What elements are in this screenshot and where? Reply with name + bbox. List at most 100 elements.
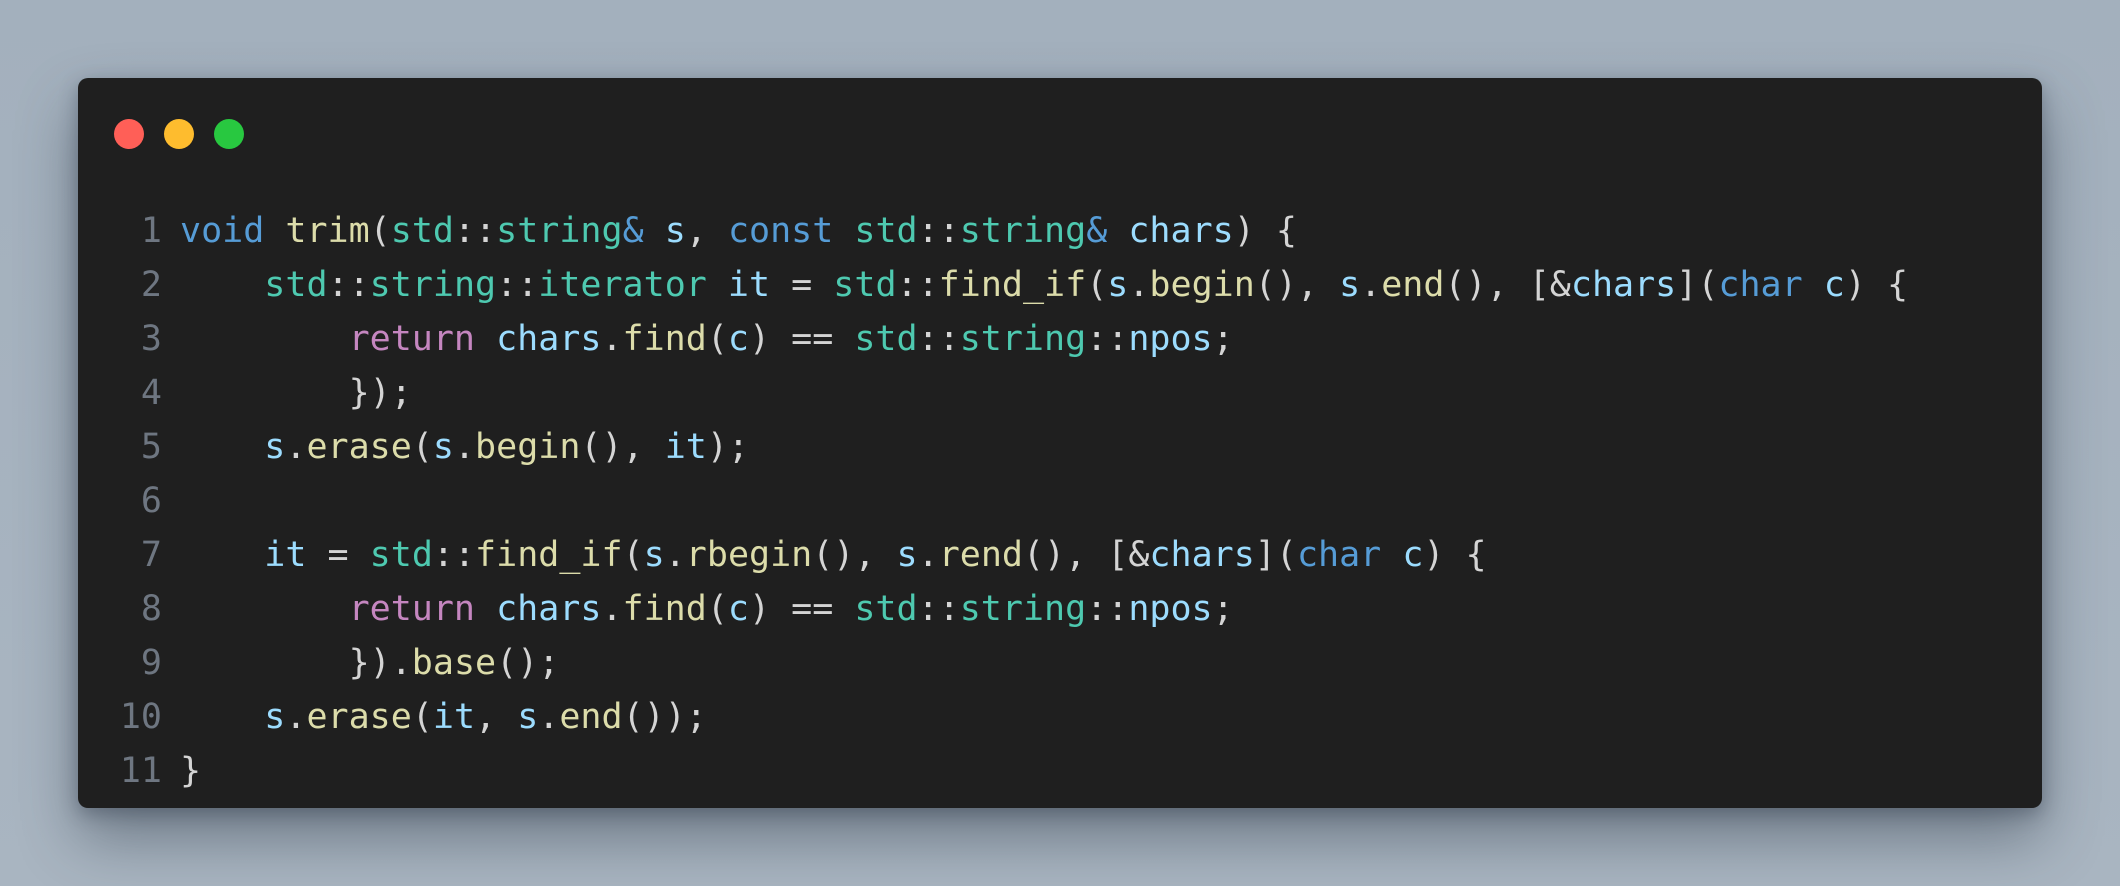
code-text: }); (180, 366, 412, 420)
maximize-dot[interactable] (214, 119, 244, 149)
code-token: } (180, 751, 202, 791)
code-token: ; (1212, 589, 1234, 629)
line-number: 7 (140, 535, 162, 575)
code-token: }). (180, 643, 412, 683)
code-line: 8 return chars. find(c) == std:: string:: n… (78, 582, 2042, 636)
code-text: std:: string:: iterator it = std:: find_if(… (180, 258, 1908, 312)
code-token: find_if (475, 535, 623, 575)
code-token: ); (706, 427, 750, 467)
code-line: 6 (78, 474, 2042, 528)
code-token: , (475, 697, 518, 737)
code-token: :: (917, 319, 960, 359)
code-token: iterator (538, 265, 707, 305)
line-number: 8 (140, 589, 162, 629)
code-token: :: (896, 265, 939, 305)
code-token: string (959, 319, 1087, 359)
code-token: s (1107, 265, 1129, 305)
code-token: npos (1128, 589, 1213, 629)
code-token: chars (1570, 265, 1677, 305)
code-text: s. erase(it, s. end ()); (180, 690, 707, 744)
code-line: 7 it = std:: find_if(s. rbegin (), s. rend()… (78, 528, 2042, 582)
code-token: ( (369, 211, 391, 251)
code-block: 1 void trim(std:: string & s, const std:: st… (78, 204, 2042, 798)
code-token: (), (812, 535, 897, 575)
code-token: . (453, 427, 476, 467)
code-token: std (854, 319, 918, 359)
code-token: :: (432, 535, 476, 575)
code-token: ( (622, 535, 644, 575)
code-token: ( (1086, 265, 1108, 305)
code-token: char (1718, 265, 1803, 305)
code-token: }); (180, 373, 412, 413)
minimize-dot[interactable] (164, 119, 194, 149)
code-token: find (622, 589, 707, 629)
code-token: c (1823, 265, 1845, 305)
code-token: void (180, 211, 265, 251)
code-token: . (285, 697, 307, 737)
code-text: } (180, 744, 201, 798)
code-window: 1 void trim(std:: string & s, const std:: st… (78, 78, 2042, 808)
code-token: ; (1212, 319, 1234, 359)
code-text: s. erase(s. begin (), it); (180, 420, 749, 474)
code-token: erase (306, 697, 412, 737)
code-token: :: (1086, 319, 1129, 359)
code-text: void trim(std:: string & s, const std:: str… (180, 204, 1297, 258)
line-number: 6 (140, 481, 162, 521)
code-token: const (727, 211, 834, 251)
code-token: s (264, 697, 286, 737)
close-dot[interactable] (114, 119, 144, 149)
code-token: s (1339, 265, 1361, 305)
code-token: ( (706, 589, 728, 629)
code-token: ) { (1423, 535, 1487, 575)
code-token: . (917, 535, 939, 575)
code-token: ()); (622, 697, 707, 737)
code-token: end (1381, 265, 1445, 305)
line-number: 11 (119, 751, 162, 791)
code-line: 10 s. erase(it, s. end ()); (78, 690, 2042, 744)
code-token: . (538, 697, 560, 737)
code-token: it (664, 427, 707, 467)
line-number: 9 (140, 643, 162, 683)
code-line: 9 }). base (); (78, 636, 2042, 690)
code-token: rend (938, 535, 1023, 575)
code-token: std (369, 535, 433, 575)
line-number: 3 (140, 319, 162, 359)
code-token: ( (411, 697, 433, 737)
code-token: :: (917, 211, 960, 251)
code-token: (), [& (1444, 265, 1571, 305)
code-token: :: (453, 211, 497, 251)
code-token: rbegin (685, 535, 813, 575)
code-line: 5 s. erase(s. begin (), it); (78, 420, 2042, 474)
code-token: , (685, 211, 728, 251)
code-token: ]( (1254, 535, 1297, 575)
code-token: std (264, 265, 328, 305)
code-text: return chars. find(c) == std:: string:: npo… (180, 312, 1234, 366)
code-token: & (1086, 211, 1108, 251)
code-token: & (622, 211, 644, 251)
code-text: }). base (); (180, 636, 560, 690)
window-controls (114, 119, 244, 149)
code-token: (), (1254, 265, 1340, 305)
code-token: std (854, 589, 918, 629)
code-token: s (432, 427, 454, 467)
code-token: c (727, 319, 749, 359)
code-token: . (1360, 265, 1382, 305)
code-line: 11} (78, 744, 2042, 798)
code-token: . (1128, 265, 1150, 305)
code-token: erase (306, 427, 412, 467)
code-token: ]( (1676, 265, 1719, 305)
code-token: (), [& (1022, 535, 1150, 575)
code-token: c (1402, 535, 1424, 575)
code-token: std (390, 211, 454, 251)
code-token: s (643, 535, 665, 575)
code-token: chars (1149, 535, 1255, 575)
code-token: (), (580, 427, 665, 467)
code-token: (); (496, 643, 560, 683)
code-token: find (622, 319, 707, 359)
